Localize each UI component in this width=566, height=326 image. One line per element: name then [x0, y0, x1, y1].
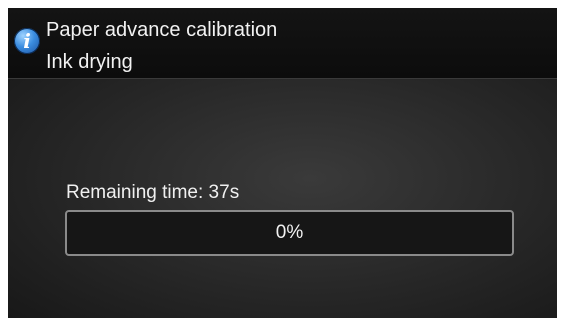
info-icon: i	[14, 28, 40, 54]
page-title: Paper advance calibration	[46, 19, 278, 41]
progress-bar: 0%	[65, 210, 514, 256]
progress-percentage: 0%	[275, 222, 304, 243]
header-bar: i Paper advance calibration Ink drying	[8, 8, 557, 79]
page-subtitle: Ink drying	[46, 51, 133, 73]
remaining-time-label: Remaining time: 37s	[66, 182, 240, 203]
printer-display-screen: i Paper advance calibration Ink drying R…	[8, 8, 557, 318]
